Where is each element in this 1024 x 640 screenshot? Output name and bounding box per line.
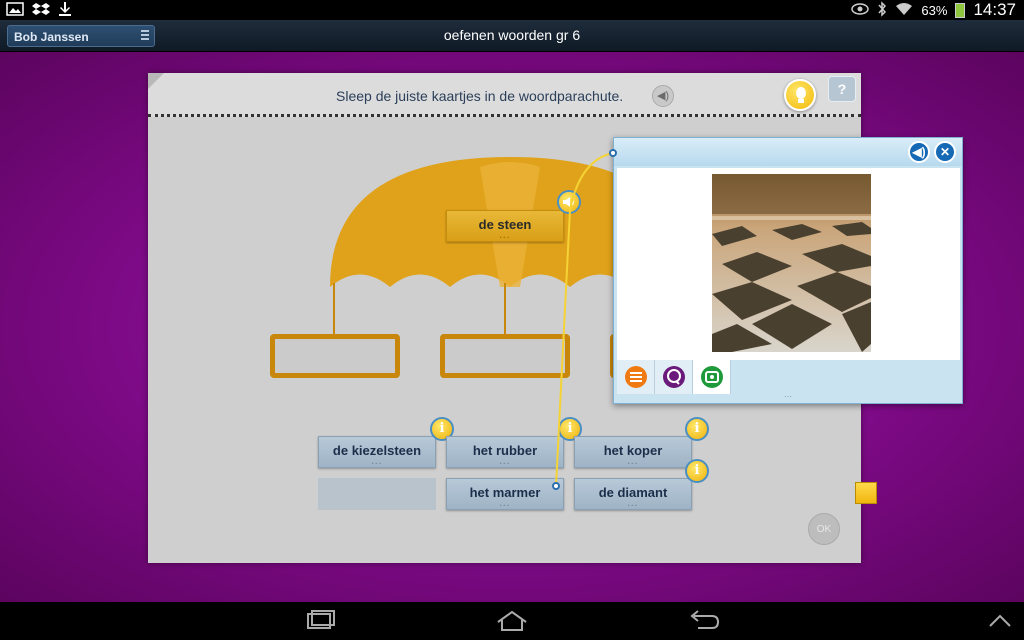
connector-handle-start[interactable] — [552, 482, 560, 490]
ok-button[interactable]: OK — [808, 513, 840, 545]
gallery-icon — [6, 1, 24, 22]
hint-bulb-icon[interactable] — [784, 79, 816, 111]
popup-title-bar: ◀) ✕ — [614, 138, 962, 166]
instruction-speaker-icon[interactable]: ◀) — [652, 85, 674, 107]
word-card-label: het rubber — [472, 443, 538, 458]
info-icon[interactable]: i — [685, 417, 709, 441]
eye-icon — [851, 2, 870, 18]
drop-slot-1[interactable] — [270, 334, 400, 378]
word-card-label: de diamant — [598, 485, 668, 500]
speaker-icon[interactable]: ◀) — [908, 141, 930, 163]
app-bar: Bob Janssen oefenen woorden gr 6 — [0, 20, 1024, 52]
exercise-header: Sleep de juiste kaartjes in de woordpara… — [148, 73, 861, 117]
text-icon — [624, 366, 647, 388]
popup-resize-grip[interactable]: ··· — [614, 392, 962, 401]
battery-percentage: 63% — [921, 2, 948, 18]
drop-slot-2[interactable] — [440, 334, 570, 378]
sticky-note-icon[interactable] — [855, 482, 877, 504]
battery-icon — [955, 2, 966, 18]
parachute-word-label: de steen — [478, 217, 532, 232]
navigation-bar — [0, 602, 1024, 640]
word-card-kiezelsteen[interactable]: de kiezelsteen ··· — [318, 436, 436, 468]
tab-speech[interactable] — [655, 360, 693, 394]
connector-handle-end[interactable] — [609, 149, 617, 157]
popup-content — [617, 168, 960, 360]
close-icon[interactable]: ✕ — [934, 141, 956, 163]
recent-apps-icon[interactable] — [300, 608, 340, 634]
chevron-up-icon[interactable] — [980, 608, 1020, 634]
word-card-label: het marmer — [469, 485, 541, 500]
home-icon[interactable] — [492, 608, 532, 634]
tab-image[interactable] — [693, 360, 731, 394]
clock: 14:37 — [973, 0, 1016, 19]
page-fold — [148, 73, 164, 89]
status-bar: 63% 14:37 — [0, 0, 1024, 20]
word-card-marmer[interactable]: het marmer ··· — [446, 478, 564, 510]
popup-tabs — [617, 360, 731, 396]
word-card-label: de kiezelsteen — [332, 443, 422, 458]
instruction-text: Sleep de juiste kaartjes in de woordpara… — [336, 88, 624, 104]
parachute-word-card[interactable]: de steen ··· — [446, 210, 564, 242]
word-card-koper[interactable]: het koper ··· — [574, 436, 692, 468]
app-title: oefenen woorden gr 6 — [443, 27, 581, 43]
parachute-word-audio-button[interactable] — [557, 190, 581, 214]
word-card-diamant[interactable]: de diamant ··· — [574, 478, 692, 510]
tab-text[interactable] — [617, 360, 655, 394]
download-icon — [58, 1, 72, 22]
image-icon — [700, 366, 723, 388]
empty-card-slot — [318, 478, 436, 510]
info-popup: ◀) ✕ ··· — [613, 137, 963, 404]
back-icon[interactable] — [684, 608, 724, 634]
speech-bubble-icon — [662, 366, 685, 388]
info-icon[interactable]: i — [685, 459, 709, 483]
help-button[interactable]: ? — [828, 76, 856, 102]
word-card-rubber[interactable]: het rubber ··· — [446, 436, 564, 468]
word-card-label: het koper — [603, 443, 663, 458]
popup-image — [712, 174, 871, 352]
bluetooth-icon — [877, 0, 887, 20]
dropbox-icon — [32, 1, 50, 22]
wifi-icon — [895, 2, 913, 19]
